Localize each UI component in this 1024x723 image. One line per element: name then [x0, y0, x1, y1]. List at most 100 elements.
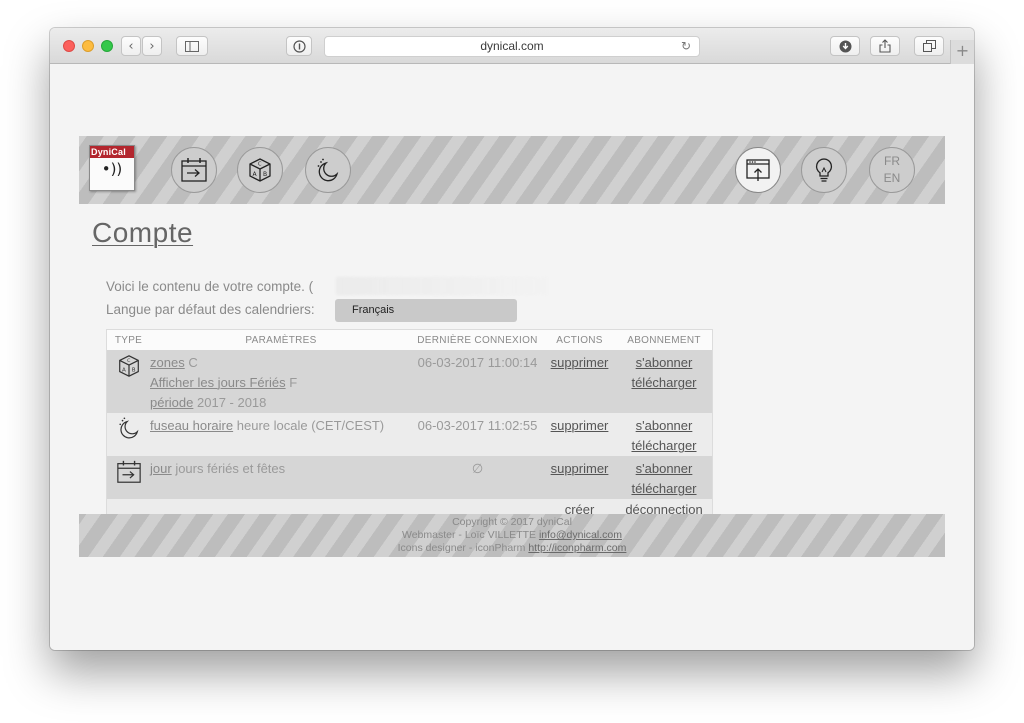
back-button[interactable]: ‹: [121, 36, 141, 56]
delete-link[interactable]: supprimer: [551, 355, 609, 370]
tabs-overview-button[interactable]: [914, 36, 944, 56]
webmaster-text: Webmaster - Loïc VILLETTE: [402, 529, 537, 541]
delete-link[interactable]: supprimer: [551, 418, 609, 433]
row-params-cell: zones C Afficher les jours Fériés F péri…: [150, 350, 412, 413]
moon-icon: [118, 417, 138, 439]
row-type-cell: [107, 413, 150, 456]
nav-zones-calendar[interactable]: A B C: [237, 147, 283, 193]
export-screen-icon: [746, 159, 770, 181]
subscribe-link[interactable]: s'abonner: [636, 355, 693, 370]
dice-icon: A B C: [249, 158, 271, 182]
param-key-link[interactable]: période: [150, 395, 193, 410]
chevron-right-icon: ›: [149, 38, 155, 54]
browser-window: ‹ › dynical.com ↻ + DyniCal •)) A B C FR…: [50, 28, 974, 650]
iconpharm-link[interactable]: http://iconpharm.com: [528, 542, 626, 554]
download-link[interactable]: télécharger: [631, 375, 696, 390]
dynical-logo[interactable]: DyniCal •)): [89, 145, 135, 191]
address-bar[interactable]: dynical.com ↻: [324, 36, 700, 57]
site-header: DyniCal •)) A B C FR EN: [79, 136, 945, 204]
reader-privacy-button[interactable]: [286, 36, 312, 56]
param-line: jour jours fériés et fêtes: [150, 459, 412, 479]
svg-text:A: A: [253, 171, 258, 178]
delete-link[interactable]: supprimer: [551, 461, 609, 476]
calendar-arrow-icon: [181, 158, 207, 182]
reload-icon[interactable]: ↻: [681, 37, 691, 56]
param-key-link[interactable]: jour: [150, 461, 172, 476]
calendar-arrow-icon: [116, 460, 141, 483]
row-actions-cell: supprimer: [543, 456, 616, 499]
language-switch[interactable]: FR EN: [869, 147, 915, 193]
nav-timezone-calendar[interactable]: [305, 147, 351, 193]
minimize-window-button[interactable]: [82, 40, 94, 52]
row-params-cell: jour jours fériés et fêtes: [150, 456, 412, 499]
table-row: fuseau horaire heure locale (CET/CEST) 0…: [107, 413, 712, 456]
col-subscription-header: ABONNEMENT: [616, 330, 712, 350]
account-intro: Voici le contenu de votre compte. (: [106, 279, 314, 294]
download-icon: [839, 40, 851, 52]
default-lang-label: Langue par défaut des calendriers:: [106, 302, 315, 317]
downloads-button[interactable]: [830, 36, 860, 56]
param-key-link[interactable]: Afficher les jours Fériés: [150, 375, 286, 390]
forward-button[interactable]: ›: [142, 36, 162, 56]
param-value: jours fériés et fêtes: [175, 461, 286, 476]
share-button[interactable]: [870, 36, 900, 56]
webmaster-line: Webmaster - Loïc VILLETTE info@dynical.c…: [79, 529, 945, 542]
share-icon: [879, 39, 891, 53]
row-actions-cell: supprimer: [543, 413, 616, 456]
plus-icon: +: [955, 41, 970, 60]
icons-designer-text: Icons designer - iconPharm: [397, 542, 526, 554]
webmaster-email-link[interactable]: info@dynical.com: [539, 529, 622, 541]
table-header-row: TYPE PARAMÈTRES DERNIÈRE CONNEXION ACTIO…: [107, 330, 712, 350]
dice-icon: A B C: [118, 355, 139, 377]
param-value: heure locale (CET/CEST): [236, 418, 385, 433]
param-key-link[interactable]: fuseau horaire: [150, 418, 233, 433]
param-value: 2017 - 2018: [197, 395, 267, 410]
param-line: Afficher les jours Fériés F: [150, 373, 412, 393]
param-value: F: [289, 375, 298, 390]
last-login-cell: 06-03-2017 11:00:14: [412, 350, 543, 413]
default-lang-select[interactable]: Français: [335, 299, 517, 322]
svg-text:A: A: [122, 368, 126, 374]
subscribe-link[interactable]: s'abonner: [636, 418, 693, 433]
nav-help[interactable]: [801, 147, 847, 193]
lang-en[interactable]: EN: [884, 170, 901, 187]
param-value: C: [188, 355, 198, 370]
svg-text:B: B: [263, 171, 267, 178]
page-title: Compte: [92, 217, 194, 248]
download-link[interactable]: télécharger: [631, 438, 696, 453]
row-actions-cell: supprimer: [543, 350, 616, 413]
last-login-cell: ∅: [412, 456, 543, 499]
row-params-cell: fuseau horaire heure locale (CET/CEST): [150, 413, 412, 456]
table-row: A B C zones C Afficher les jours Fériés …: [107, 350, 712, 413]
param-line: fuseau horaire heure locale (CET/CEST): [150, 416, 412, 436]
param-line: période 2017 - 2018: [150, 393, 412, 413]
param-key-link[interactable]: zones: [150, 355, 185, 370]
sidebar-button[interactable]: [176, 36, 208, 56]
row-type-cell: A B C: [107, 350, 150, 413]
svg-text:C: C: [258, 162, 262, 168]
new-tab-button[interactable]: +: [950, 40, 974, 64]
calendars-table: TYPE PARAMÈTRES DERNIÈRE CONNEXION ACTIO…: [106, 329, 713, 522]
url-text: dynical.com: [480, 39, 544, 53]
chevron-left-icon: ‹: [128, 38, 134, 54]
info-circle-icon: [292, 39, 306, 53]
row-type-cell: [107, 456, 150, 499]
nav-account[interactable]: [735, 147, 781, 193]
subscribe-link[interactable]: s'abonner: [636, 461, 693, 476]
download-link[interactable]: télécharger: [631, 481, 696, 496]
lang-fr[interactable]: FR: [884, 153, 900, 170]
lightbulb-icon: [815, 158, 833, 182]
row-subscription-cell: s'abonner télécharger: [616, 413, 712, 456]
zoom-window-button[interactable]: [101, 40, 113, 52]
site-footer: Copyright © 2017 dyniCal Webmaster - Loï…: [79, 514, 945, 557]
row-subscription-cell: s'abonner télécharger: [616, 350, 712, 413]
table-row: jour jours fériés et fêtes ∅ supprimer s…: [107, 456, 712, 499]
logo-text: DyniCal: [90, 146, 134, 158]
close-window-button[interactable]: [63, 40, 75, 52]
browser-toolbar: ‹ › dynical.com ↻ +: [50, 28, 974, 64]
nav-day-calendar[interactable]: [171, 147, 217, 193]
col-last-login-header: DERNIÈRE CONNEXION: [412, 330, 543, 350]
col-type-header: TYPE: [107, 330, 150, 350]
last-login-cell: 06-03-2017 11:02:55: [412, 413, 543, 456]
col-actions-header: ACTIONS: [543, 330, 616, 350]
